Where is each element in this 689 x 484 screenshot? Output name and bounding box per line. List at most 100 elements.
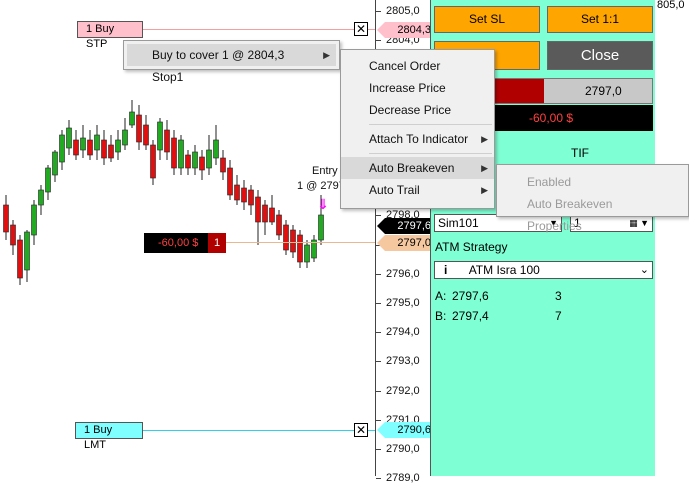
menu-item-buy-to-cover[interactable]: Buy to cover 1 @ 2804,3 Stop1 ▶ xyxy=(127,44,336,84)
candle-body xyxy=(3,204,9,233)
axis-tick-mark xyxy=(376,419,381,421)
menu-separator xyxy=(369,153,492,154)
candle-body xyxy=(164,129,170,153)
candle-body xyxy=(52,151,58,176)
candle-body xyxy=(108,144,114,159)
axis-tick-label: 2805,0 xyxy=(386,5,420,17)
row-b-price: 2797,4 xyxy=(452,309,489,323)
atm-strategy-label: ATM Strategy xyxy=(435,240,508,254)
position-pnl-value: -60,00 $ xyxy=(158,237,199,249)
info-icon: i xyxy=(444,263,448,277)
candle-body xyxy=(276,214,282,236)
axis-tick-label: 2793,0 xyxy=(386,355,420,368)
menu-item-auto-breakeven-properties[interactable]: Auto Breakeven Properties xyxy=(497,193,688,233)
close-button[interactable]: Close xyxy=(547,41,653,70)
entry-line xyxy=(224,242,380,243)
submenu-arrow-icon: ▶ xyxy=(481,134,488,144)
candle-body xyxy=(38,189,44,206)
axis-tick-mark xyxy=(376,11,381,12)
row-b-qty: 7 xyxy=(555,309,562,323)
adjacent-chart-axis: 805,0 xyxy=(655,0,689,476)
menu-item-decrease-price[interactable]: Decrease Price xyxy=(341,99,494,121)
menu-item-attach-to-indicator[interactable]: Attach To Indicator ▶ xyxy=(341,128,494,150)
adjacent-axis-value: 805,0 xyxy=(657,0,685,11)
tif-label: TIF xyxy=(571,146,589,160)
menu-item-increase-price[interactable]: Increase Price xyxy=(341,77,494,99)
candle-body xyxy=(45,167,51,193)
candle-body xyxy=(150,144,156,179)
menu-item-label: Cancel Order xyxy=(369,59,441,73)
candle-body xyxy=(206,149,212,169)
candle-body xyxy=(185,154,191,169)
candle-body xyxy=(24,231,30,271)
buy-limit-order-tag[interactable]: 1 Buy LMT xyxy=(75,422,143,451)
candle-body xyxy=(248,189,254,206)
axis-tick-mark xyxy=(376,40,381,42)
panel-pnl-value: -60,00 $ xyxy=(529,111,574,125)
candle-body xyxy=(10,224,16,246)
menu-item-cancel-order[interactable]: Cancel Order xyxy=(341,55,494,77)
candle-body xyxy=(290,229,296,253)
menu-item-label: Attach To Indicator xyxy=(369,132,469,146)
candle-body xyxy=(157,121,163,151)
menu-item-auto-trail[interactable]: Auto Trail ▶ xyxy=(341,179,494,201)
atm-strategy-select[interactable]: i ATM Isra 100 ⌄ xyxy=(434,261,653,279)
candle-body xyxy=(73,139,79,156)
position-pnl-box[interactable]: -60,00 $ 1 xyxy=(144,233,226,253)
candle-body xyxy=(318,214,324,241)
row-a-label: A: xyxy=(435,289,447,303)
menu-item-auto-breakeven[interactable]: Auto Breakeven ▶ xyxy=(341,157,494,179)
atm-strategy-value: ATM Isra 100 xyxy=(468,263,540,277)
candle-body xyxy=(234,184,240,201)
chevron-down-icon: ⌄ xyxy=(639,264,649,276)
entry-price-label: 1 @ 2797 xyxy=(297,180,345,192)
menu-item-enabled[interactable]: Enabled xyxy=(497,171,688,193)
axis-tick-mark xyxy=(376,215,381,217)
candle-body xyxy=(178,139,184,169)
buy-stop-order-tag[interactable]: 1 Buy STP xyxy=(77,21,143,50)
candle-body xyxy=(136,114,142,143)
axis-tick-mark xyxy=(376,361,381,363)
cancel-stop-order-icon[interactable]: ✕ xyxy=(354,22,368,36)
candle-body xyxy=(283,224,289,251)
submenu-arrow-icon: ▶ xyxy=(481,185,488,195)
candle-body xyxy=(297,234,303,263)
buy-stop-line[interactable] xyxy=(140,29,380,30)
candle-body xyxy=(66,127,72,149)
candle-body xyxy=(262,204,268,223)
axis-tick-label: 2792,0 xyxy=(386,384,420,397)
set-sl-button[interactable]: Set SL xyxy=(434,6,540,33)
last-price-tag: 2797,6 xyxy=(377,218,435,234)
axis-tick-label: 2795,0 xyxy=(386,297,420,309)
candle-body xyxy=(101,139,107,159)
candle-body xyxy=(87,139,93,156)
candle-body xyxy=(255,196,261,223)
submenu-arrow-icon: ▶ xyxy=(481,163,488,173)
axis-tick-label: 2794,0 xyxy=(386,326,420,339)
candle-body xyxy=(94,134,100,151)
order-context-menu[interactable]: Buy to cover 1 @ 2804,3 Stop1 ▶ xyxy=(123,40,340,84)
order-submenu[interactable]: Cancel Order Increase Price Decrease Pri… xyxy=(340,49,495,209)
auto-breakeven-submenu[interactable]: Enabled Auto Breakeven Properties xyxy=(496,164,689,233)
candle-body xyxy=(143,124,149,146)
candle-body xyxy=(17,239,23,279)
menu-item-label: Auto Trail xyxy=(369,183,420,197)
row-a-price: 2797,6 xyxy=(452,289,489,303)
chevron-down-icon: ▦ ▼ xyxy=(629,218,649,228)
menu-item-label: Auto Breakeven xyxy=(369,161,455,175)
row-b-label: B: xyxy=(435,309,447,323)
set-1-1-button[interactable]: Set 1:1 xyxy=(547,6,653,33)
entry-arrow-icon: ⇓ xyxy=(317,196,329,212)
candle-body xyxy=(199,156,205,171)
candle-body xyxy=(31,204,37,236)
axis-tick-mark xyxy=(376,390,381,392)
candle-body xyxy=(59,134,65,163)
candle-body xyxy=(241,187,247,203)
cancel-limit-order-icon[interactable]: ✕ xyxy=(354,423,368,437)
buy-limit-line[interactable] xyxy=(140,430,380,431)
candle-body xyxy=(192,151,198,169)
menu-item-label: Increase Price xyxy=(369,81,446,95)
stop-price-tag: 2804,3 xyxy=(377,22,435,38)
axis-tick-mark xyxy=(376,332,381,334)
candle-body xyxy=(269,207,275,223)
